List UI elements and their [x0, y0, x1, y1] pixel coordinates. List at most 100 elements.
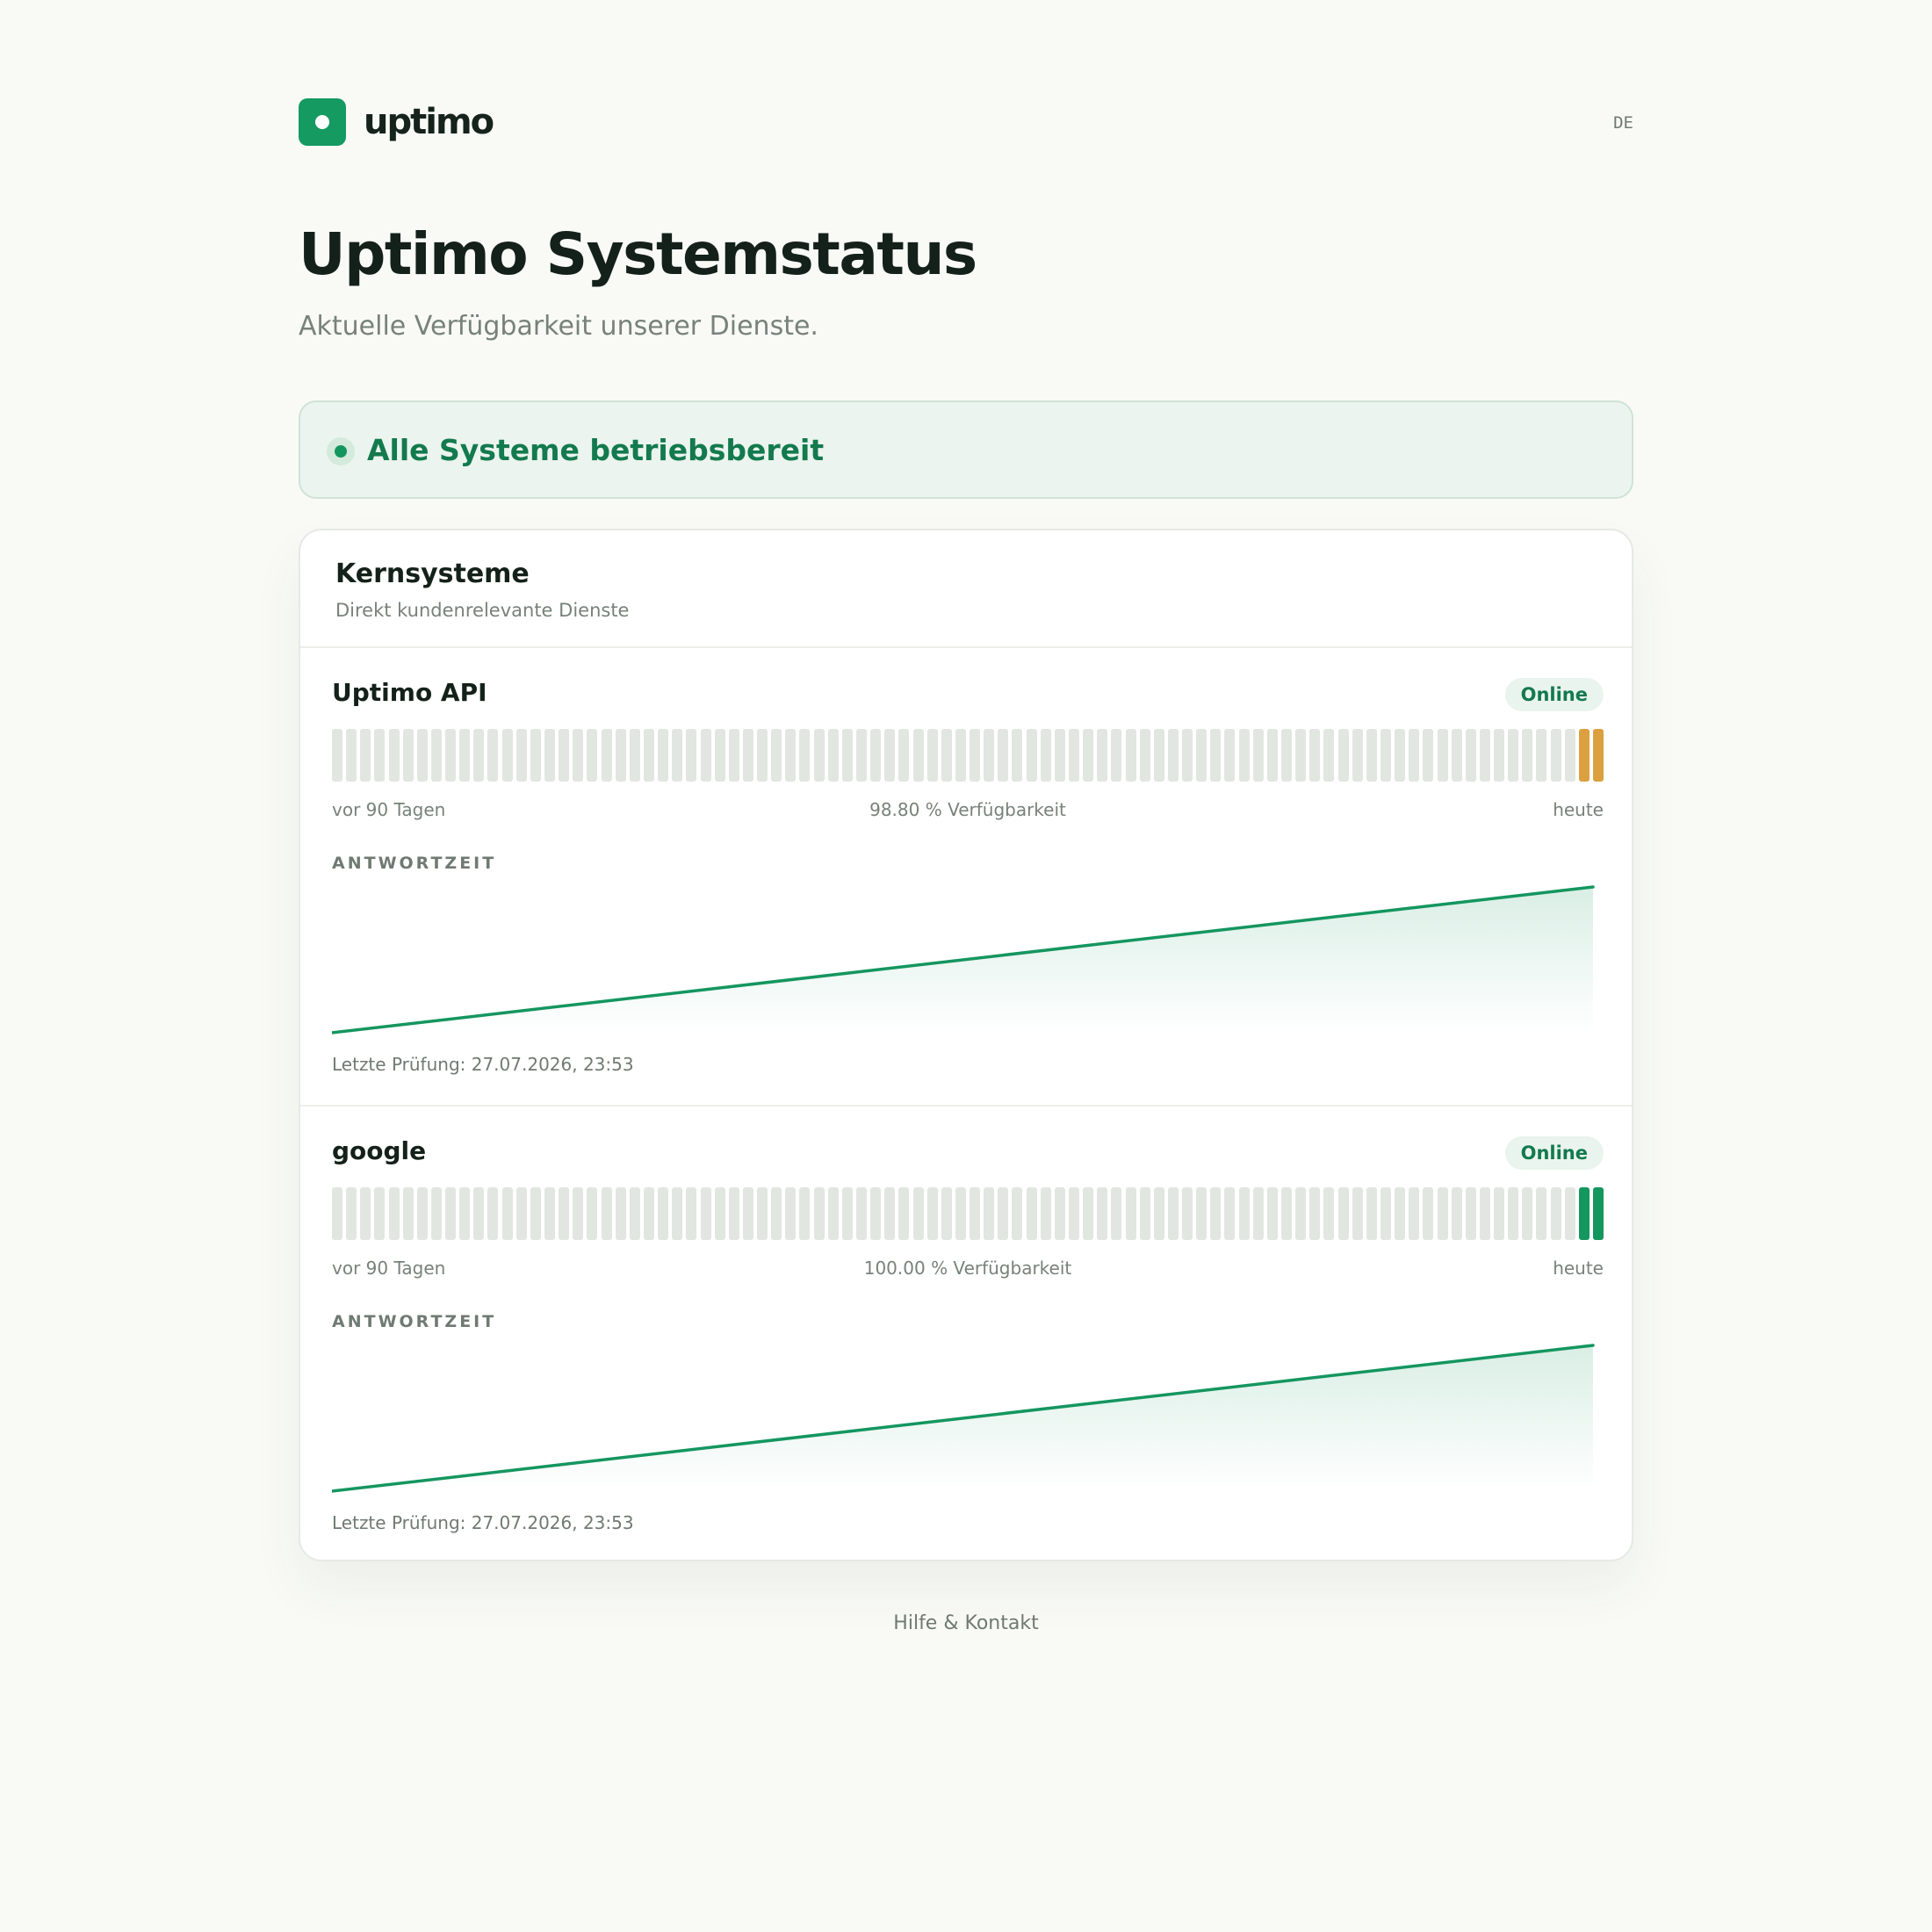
uptime-day-bar[interactable]: [559, 1187, 570, 1240]
uptime-day-bar[interactable]: [1309, 729, 1321, 782]
uptime-day-bar[interactable]: [855, 1187, 867, 1240]
uptime-day-bar[interactable]: [544, 1187, 556, 1240]
uptime-day-bar[interactable]: [1167, 729, 1179, 782]
uptime-day-bar[interactable]: [728, 729, 739, 782]
uptime-day-bar[interactable]: [388, 1187, 400, 1240]
uptime-day-bar[interactable]: [1337, 729, 1349, 782]
uptime-day-bar[interactable]: [1252, 729, 1264, 782]
uptime-day-bar[interactable]: [1337, 1187, 1349, 1240]
uptime-day-bar[interactable]: [430, 1187, 442, 1240]
uptime-day-bar[interactable]: [402, 729, 414, 782]
uptime-day-bar[interactable]: [374, 1187, 386, 1240]
uptime-day-bar[interactable]: [1040, 729, 1051, 782]
uptime-day-bar[interactable]: [1578, 1187, 1590, 1240]
uptime-day-bar[interactable]: [1281, 1187, 1293, 1240]
uptime-day-bar[interactable]: [615, 729, 626, 782]
uptime-day-bar[interactable]: [1479, 729, 1490, 782]
uptime-day-bar[interactable]: [926, 729, 938, 782]
uptime-day-bar[interactable]: [970, 1187, 981, 1240]
uptime-day-bar[interactable]: [1465, 1187, 1476, 1240]
uptime-day-bar[interactable]: [898, 1187, 910, 1240]
uptime-day-bar[interactable]: [573, 1187, 584, 1240]
uptime-day-bar[interactable]: [841, 1187, 853, 1240]
uptime-day-bar[interactable]: [941, 729, 952, 782]
uptime-day-bar[interactable]: [1366, 1187, 1377, 1240]
uptime-day-bar[interactable]: [1069, 1187, 1079, 1240]
uptime-day-bar[interactable]: [984, 729, 995, 782]
uptime-day-bar[interactable]: [530, 1187, 541, 1240]
uptime-day-bar[interactable]: [1196, 1187, 1208, 1240]
uptime-day-bar[interactable]: [515, 729, 527, 782]
uptime-day-bar[interactable]: [1593, 1187, 1604, 1240]
uptime-day-bar[interactable]: [1026, 1187, 1037, 1240]
uptime-day-bar[interactable]: [926, 1187, 938, 1240]
uptime-day-bar[interactable]: [686, 1187, 697, 1240]
uptime-day-bar[interactable]: [430, 729, 442, 782]
uptime-day-bar[interactable]: [573, 729, 584, 782]
uptime-day-bar[interactable]: [459, 1187, 471, 1240]
uptime-day-bar[interactable]: [742, 729, 753, 782]
uptime-day-bar[interactable]: [332, 729, 342, 782]
uptime-day-bar[interactable]: [1423, 729, 1434, 782]
uptime-day-bar[interactable]: [360, 729, 371, 782]
uptime-day-bar[interactable]: [742, 1187, 753, 1240]
uptime-day-bar[interactable]: [1309, 1187, 1321, 1240]
uptime-day-bar[interactable]: [559, 729, 570, 782]
uptime-day-bar[interactable]: [1266, 729, 1278, 782]
uptime-day-bar[interactable]: [1153, 1187, 1164, 1240]
uptime-day-bar[interactable]: [473, 729, 485, 782]
uptime-day-bar[interactable]: [1139, 729, 1150, 782]
uptime-day-bar[interactable]: [1295, 729, 1307, 782]
uptime-day-bar[interactable]: [360, 1187, 371, 1240]
uptime-day-bar[interactable]: [1224, 1187, 1236, 1240]
uptime-day-bar[interactable]: [1352, 729, 1363, 782]
uptime-day-bar[interactable]: [1409, 1187, 1420, 1240]
uptime-day-bar[interactable]: [1380, 729, 1391, 782]
uptime-day-bar[interactable]: [714, 729, 725, 782]
uptime-day-bar[interactable]: [884, 729, 896, 782]
uptime-day-bar[interactable]: [1111, 1187, 1122, 1240]
uptime-day-bar[interactable]: [1494, 729, 1505, 782]
uptime-day-bar[interactable]: [941, 1187, 952, 1240]
uptime-day-bar[interactable]: [672, 1187, 683, 1240]
uptime-day-bar[interactable]: [799, 729, 811, 782]
uptime-day-bar[interactable]: [1295, 1187, 1307, 1240]
uptime-day-bar[interactable]: [855, 729, 867, 782]
uptime-day-bar[interactable]: [813, 1187, 825, 1240]
uptime-day-bar[interactable]: [1522, 729, 1533, 782]
uptime-day-bar[interactable]: [1167, 1187, 1179, 1240]
language-switch[interactable]: DE: [1613, 113, 1633, 133]
uptime-day-bar[interactable]: [388, 729, 400, 782]
uptime-day-bar[interactable]: [515, 1187, 527, 1240]
uptime-day-bar[interactable]: [757, 729, 768, 782]
uptime-day-bar[interactable]: [1465, 729, 1476, 782]
uptime-day-bar[interactable]: [1409, 729, 1420, 782]
uptime-day-bar[interactable]: [1281, 729, 1293, 782]
uptime-day-bar[interactable]: [912, 1187, 924, 1240]
uptime-day-bar[interactable]: [771, 1187, 782, 1240]
uptime-day-bar[interactable]: [402, 1187, 414, 1240]
uptime-day-bar[interactable]: [1097, 729, 1108, 782]
uptime-day-bar[interactable]: [544, 729, 556, 782]
logo-icon[interactable]: [299, 98, 346, 146]
uptime-day-bar[interactable]: [1097, 1187, 1108, 1240]
uptime-day-bar[interactable]: [615, 1187, 626, 1240]
uptime-day-bar[interactable]: [785, 729, 797, 782]
uptime-day-bar[interactable]: [870, 729, 882, 782]
uptime-day-bar[interactable]: [1564, 1187, 1575, 1240]
uptime-day-bar[interactable]: [1536, 1187, 1547, 1240]
uptime-day-bar[interactable]: [700, 1187, 711, 1240]
uptime-day-bar[interactable]: [658, 729, 669, 782]
uptime-day-bar[interactable]: [1125, 1187, 1136, 1240]
uptime-day-bar[interactable]: [1210, 1187, 1222, 1240]
uptime-day-bar[interactable]: [601, 729, 612, 782]
uptime-day-bar[interactable]: [1550, 1187, 1561, 1240]
uptime-day-bar[interactable]: [1125, 729, 1136, 782]
uptime-day-bar[interactable]: [955, 1187, 966, 1240]
uptime-day-bar[interactable]: [501, 1187, 513, 1240]
uptime-day-bar[interactable]: [501, 729, 513, 782]
uptime-day-bar[interactable]: [984, 1187, 995, 1240]
uptime-day-bar[interactable]: [346, 729, 357, 782]
uptime-day-bar[interactable]: [1040, 1187, 1051, 1240]
uptime-day-bar[interactable]: [530, 729, 541, 782]
